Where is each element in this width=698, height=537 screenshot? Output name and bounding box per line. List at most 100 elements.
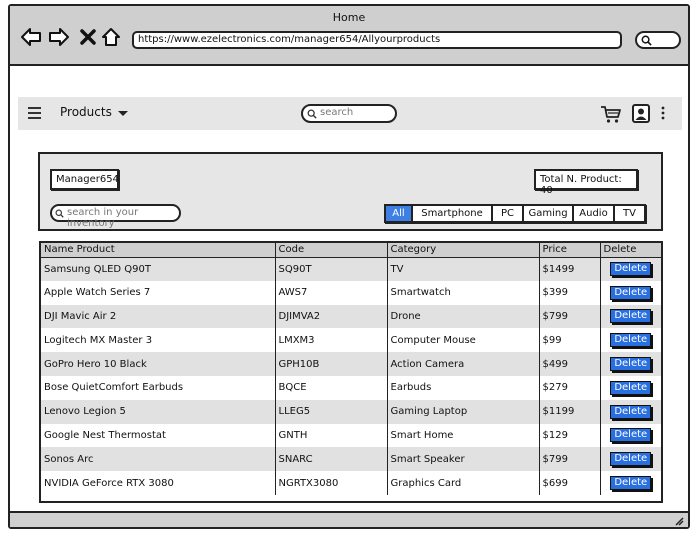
cell-delete: Delete [600,280,661,305]
cell-code: GPH10B [275,352,388,376]
products-table: Name Product Code Category Price Delete … [39,241,663,503]
cell-category: TV [387,257,540,281]
cell-name: DJI Mavic Air 2 [41,304,276,329]
delete-button[interactable]: Delete [610,357,652,372]
hamburger-icon[interactable] [28,107,41,119]
delete-button[interactable]: Delete [610,309,652,324]
cell-category: Drone [387,304,540,329]
table-row: NVIDIA GeForce RTX 3080 NGRTX3080 Graphics… [41,471,661,495]
cell-category: Computer Mouse [387,328,540,353]
cell-name: NVIDIA GeForce RTX 3080 [41,471,276,495]
cell-category: Earbuds [387,375,540,400]
back-arrow-icon[interactable] [20,26,42,48]
table-row: Bose QuietComfort Earbuds BQCE Earbuds $279… [41,375,661,400]
search-icon [55,209,64,218]
cell-price: $279 [539,375,601,400]
delete-button[interactable]: Delete [610,380,652,395]
delete-button[interactable]: Delete [610,452,652,467]
cell-delete: Delete [600,423,661,448]
cell-name: Samsung QLED Q90T [41,257,276,281]
cell-delete: Delete [600,447,661,472]
cell-name: Lenovo Legion 5 [41,399,276,424]
delete-button[interactable]: Delete [610,476,652,491]
cell-price: $1199 [539,399,601,424]
filter-tv[interactable]: TV [615,206,644,221]
delete-button[interactable]: Delete [610,404,652,419]
inventory-panel: Manager654 Total N. Product: 40 search i… [38,152,663,231]
cell-name: Sonos Arc [41,447,276,472]
cell-name: Logitech MX Master 3 [41,328,276,353]
cell-delete: Delete [600,399,661,424]
inventory-search-input[interactable]: search in your inventory [50,204,181,229]
products-menu-label: Products [60,105,112,119]
table-row: DJI Mavic Air 2 DJIMVA2 Drone $799 Delete [41,304,661,329]
header-name-product: Name Product [41,243,276,258]
address-bar[interactable]: https://www.ezelectronics.com/manager654… [132,31,622,49]
delete-button[interactable]: Delete [610,333,652,348]
browser-toolbar: Home https://www.ezelectronics.com/manag… [10,6,688,66]
header-code: Code [275,243,388,258]
cell-delete: Delete [600,471,661,495]
cell-price: $699 [539,471,601,495]
cell-category: Action Camera [387,352,540,376]
delete-button[interactable]: Delete [610,262,652,277]
home-icon[interactable] [100,26,122,48]
cell-price: $1499 [539,257,601,281]
cell-price: $99 [539,328,601,353]
total-products-box: Total N. Product: 40 [534,169,638,196]
cell-category: Graphics Card [387,471,540,495]
delete-button[interactable]: Delete [610,428,652,443]
table-row: GoPro Hero 10 Black GPH10B Action Camera $4… [41,352,661,376]
cell-price: $799 [539,304,601,329]
filter-pc[interactable]: PC [493,206,524,221]
cell-code: NGRTX3080 [275,471,388,495]
cart-icon[interactable] [600,104,622,124]
status-bar [10,511,688,527]
manager-name-box: Manager654 [50,169,119,190]
table-row: Lenovo Legion 5 LLEG5 Gaming Laptop $1199 De… [41,399,661,424]
table-row: Logitech MX Master 3 LMXM3 Computer Mouse $… [41,328,661,353]
browser-window: Home https://www.ezelectronics.com/manag… [8,4,690,529]
products-dropdown[interactable]: Products [60,105,128,119]
browser-search-field[interactable] [635,31,681,49]
cell-category: Smartwatch [387,280,540,305]
filter-gaming[interactable]: Gaming [524,206,574,221]
cell-name: Bose QuietComfort Earbuds [41,375,276,400]
table-row: Apple Watch Series 7 AWS7 Smartwatch $399 De… [41,280,661,305]
cell-delete: Delete [600,304,661,329]
inventory-search-placeholder: search in your inventory [67,207,139,229]
cell-category: Smart Speaker [387,447,540,472]
table-row: Sonos Arc SNARC Smart Speaker $799 Delete [41,447,661,472]
cell-delete: Delete [600,328,661,353]
more-vertical-icon[interactable] [660,105,666,121]
filter-audio[interactable]: Audio [574,206,615,221]
cell-category: Smart Home [387,423,540,448]
filter-all[interactable]: All [386,206,413,221]
search-icon [307,109,317,119]
app-search-placeholder: search [320,107,354,118]
cell-code: GNTH [275,423,388,448]
header-category: Category [387,243,540,258]
cell-code: LLEG5 [275,399,388,424]
cell-code: AWS7 [275,280,388,305]
app-search-input[interactable]: search [301,104,397,123]
delete-button[interactable]: Delete [610,285,652,300]
cell-category: Gaming Laptop [387,399,540,424]
cell-price: $799 [539,447,601,472]
header-price: Price [539,243,601,258]
close-x-icon[interactable] [77,26,99,48]
cell-delete: Delete [600,257,661,281]
cell-name: Google Nest Thermostat [41,423,276,448]
cell-code: SNARC [275,447,388,472]
cell-delete: Delete [600,352,661,376]
table-row: Google Nest Thermostat GNTH Smart Home $129… [41,423,661,448]
cell-delete: Delete [600,375,661,400]
forward-arrow-icon[interactable] [48,26,70,48]
resize-grip-icon[interactable] [674,516,684,526]
caret-down-icon [117,110,128,116]
user-icon[interactable] [632,104,650,123]
header-delete: Delete [600,243,661,258]
filter-smartphone[interactable]: Smartphone [413,206,493,221]
search-icon [641,35,652,46]
cell-code: DJIMVA2 [275,304,388,329]
